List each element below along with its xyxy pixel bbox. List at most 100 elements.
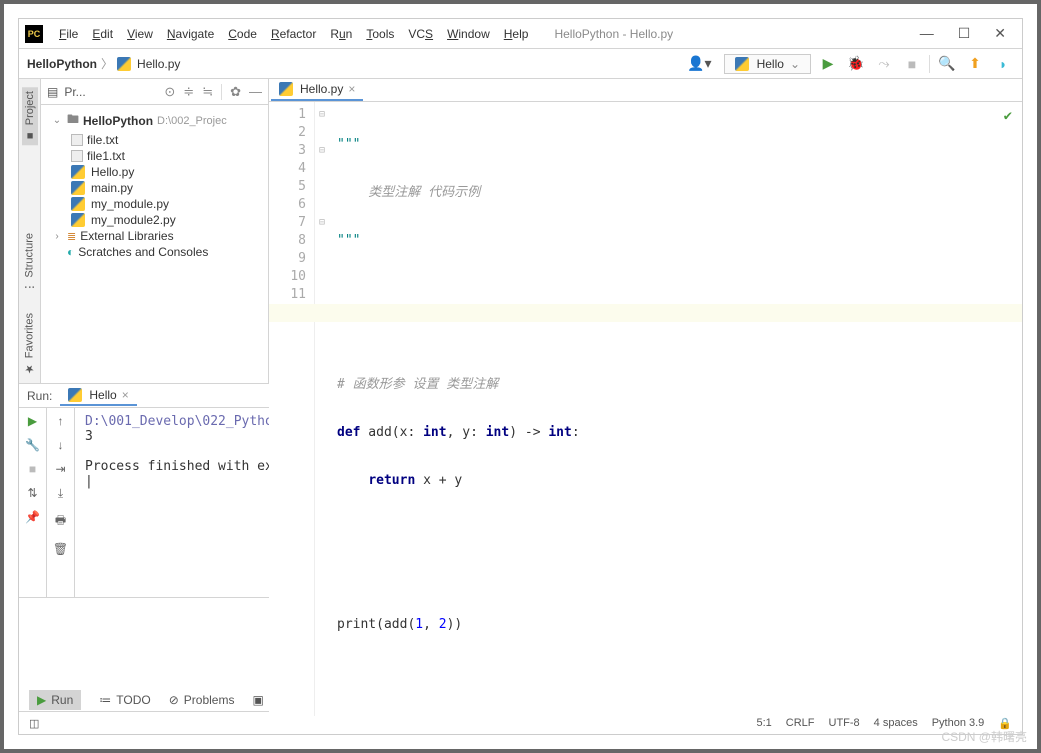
expand-all-icon[interactable]: ≑ [183,84,194,100]
menu-help[interactable]: Help [498,23,535,45]
up-icon[interactable]: ↑ [58,414,64,428]
status-line-ending[interactable]: CRLF [786,717,815,729]
tree-file[interactable]: main.py [43,180,266,196]
menu-refactor[interactable]: Refactor [265,23,322,45]
users-icon[interactable]: 👤▾ [681,53,717,74]
chevron-down-icon[interactable]: ⌄ [51,115,63,126]
menu-tools[interactable]: Tools [360,23,400,45]
sidebar-tab-structure[interactable]: ⋮Structure [23,233,36,293]
run-config-selector[interactable]: Hello ⌄ [724,54,811,74]
text-file-icon [71,150,83,162]
menu-edit[interactable]: Edit [86,23,119,45]
status-indent[interactable]: 4 spaces [874,717,918,729]
close-tab-icon[interactable]: × [348,82,355,96]
watermark: CSDN @韩曙亮 [941,728,1027,745]
run-panel-tab[interactable]: Hello × [60,386,136,406]
select-opened-icon[interactable]: ⊙ [164,84,175,100]
menu-file[interactable]: File [53,23,84,45]
bottom-tab-run[interactable]: ▶Run [29,690,81,710]
maximize-button[interactable]: ☐ [958,25,971,42]
settings-icon[interactable]: ✿ [230,84,241,100]
project-panel-title[interactable]: Pr... [64,85,158,99]
python-file-icon [71,181,85,195]
soft-wrap-icon[interactable]: ⇥ [55,462,65,476]
menu-view[interactable]: View [121,23,159,45]
project-view-icon: ▤ [47,85,58,99]
tree-external-libs[interactable]: › ≣ External Libraries [43,228,266,244]
status-position[interactable]: 5:1 [756,717,771,729]
folder-icon: 🖿 [67,110,79,131]
editor-tab[interactable]: Hello.py × [271,79,363,101]
sidebar-tab-favorites[interactable]: ★Favorites [23,313,36,375]
text-file-icon [71,134,83,146]
window-title: HelloPython - Hello.py [554,27,673,41]
bottom-tab-todo[interactable]: ≔TODO [99,693,150,707]
stop-button[interactable]: ■ [29,462,36,476]
editor-tab-label: Hello.py [300,82,343,96]
tree-root[interactable]: ⌄ 🖿 HelloPython D:\002_Projec [43,109,266,132]
tree-item-label: External Libraries [80,229,173,243]
tree-file[interactable]: my_module.py [43,196,266,212]
print-icon[interactable]: 🖶 [55,511,66,532]
scroll-end-icon[interactable]: ⤓ [58,486,63,501]
python-file-icon [71,165,85,179]
code-editor[interactable]: ✔ 1 2 3 4 5 6 7 8 9 10 11 12 ⊟⊟⊟ [269,102,1022,716]
coverage-button[interactable]: ⤳ [873,53,895,75]
status-encoding[interactable]: UTF-8 [829,717,860,729]
ide-features-button[interactable]: ◗ [992,53,1014,75]
run-panel-label: Run: [27,389,52,403]
hide-panel-icon[interactable]: — [249,84,262,100]
tree-root-label: HelloPython [83,114,153,128]
close-button[interactable]: ✕ [994,25,1006,42]
menu-code[interactable]: Code [222,23,263,45]
tree-root-path: D:\002_Projec [157,115,227,127]
python-file-icon [68,388,82,402]
library-icon: ≣ [67,230,76,243]
project-tree: ⌄ 🖿 HelloPython D:\002_Projec file.txt f… [41,105,268,264]
menu-navigate[interactable]: Navigate [161,23,220,45]
menu-vcs[interactable]: VCS [402,23,439,45]
run-tab-label: Hello [89,388,116,402]
breadcrumb-root[interactable]: HelloPython [27,57,97,71]
run-tool-column-1: ▶ 🔧 ■ ⇅ 📌 [19,408,47,597]
layout-icon[interactable]: ⇅ [27,486,37,500]
search-everywhere-button[interactable]: 🔍 [936,53,958,75]
bottom-tab-problems[interactable]: ⊘Problems [169,693,235,707]
close-tab-icon[interactable]: × [122,388,129,402]
breadcrumb-file[interactable]: Hello.py [137,57,180,71]
wrench-icon[interactable]: 🔧 [25,438,40,452]
stop-button[interactable]: ■ [901,53,923,75]
python-file-icon [735,57,749,71]
project-panel: ▤ Pr... ⊙ ≑ ≒ ✿ — ⌄ 🖿 HelloPython D:\002… [41,79,269,383]
sidebar-tab-project[interactable]: ■Project [22,87,38,145]
pin-icon[interactable]: 📌 [25,510,40,524]
debug-button[interactable]: 🐞 [845,53,867,75]
tree-file-label: main.py [91,181,133,195]
tree-scratches[interactable]: ◐ Scratches and Consoles [43,244,266,260]
delete-icon[interactable]: 🗑 [53,542,68,556]
line-gutter: 1 2 3 4 5 6 7 8 9 10 11 12 [269,102,315,716]
minimize-button[interactable]: — [920,25,934,42]
menu-run[interactable]: Run [324,23,358,45]
tree-file[interactable]: file1.txt [43,148,266,164]
update-button[interactable]: ⬆ [964,53,986,75]
tree-file[interactable]: Hello.py [43,164,266,180]
status-hide-icon[interactable]: ◫ [29,717,39,730]
breadcrumb: HelloPython 〉 Hello.py [27,55,180,72]
collapse-all-icon[interactable]: ≒ [202,84,213,100]
rerun-button[interactable]: ▶ [28,414,37,428]
tree-file[interactable]: my_module2.py [43,212,266,228]
menu-window[interactable]: Window [441,23,496,45]
run-button[interactable]: ▶ [817,53,839,75]
app-icon: PC [25,25,43,43]
chevron-right-icon: 〉 [101,55,113,72]
run-config-name: Hello [757,57,784,71]
python-file-icon [71,213,85,227]
chevron-right-icon[interactable]: › [51,231,63,242]
tree-file-label: file.txt [87,133,118,147]
tree-file[interactable]: file.txt [43,132,266,148]
tree-file-label: Hello.py [91,165,134,179]
chevron-down-icon: ⌄ [790,57,800,71]
down-icon[interactable]: ↓ [58,438,64,452]
tree-file-label: file1.txt [87,149,125,163]
